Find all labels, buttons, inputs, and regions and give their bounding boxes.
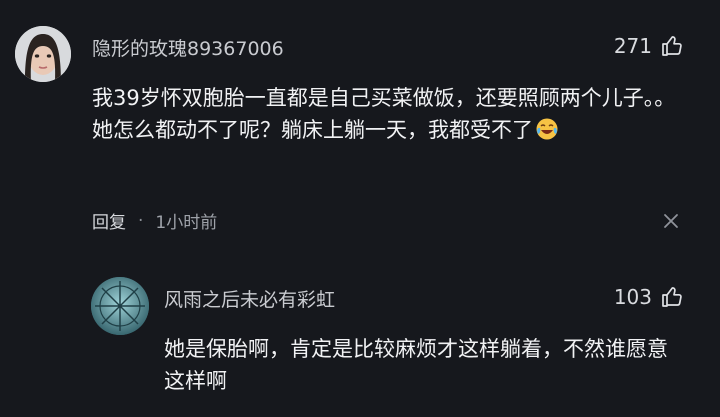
like-count: 271 bbox=[613, 34, 652, 58]
laughing-crying-emoji-icon bbox=[536, 118, 558, 140]
comment-timestamp: 1小时前 bbox=[155, 213, 218, 233]
thumbs-up-icon bbox=[662, 36, 682, 56]
reply-button[interactable]: 回复 bbox=[92, 208, 126, 233]
reply-username[interactable]: 风雨之后未必有彩虹 bbox=[164, 285, 335, 312]
comment-text-content: 我39岁怀双胞胎一直都是自己买菜做饭，还要照顾两个儿子。。她怎么都动不了呢？躺床… bbox=[92, 86, 676, 142]
close-icon[interactable] bbox=[662, 212, 680, 230]
avatar[interactable] bbox=[15, 26, 71, 82]
comment-username[interactable]: 隐形的玫瑰89367006 bbox=[92, 34, 284, 61]
meta-separator: · bbox=[138, 210, 144, 231]
reply-text: 她是保胎啊，肯定是比较麻烦才这样躺着，不然谁愿意这样啊 bbox=[164, 337, 668, 393]
umbrella-photo-icon bbox=[91, 277, 149, 335]
comment-meta: 回复 · 1小时前 bbox=[92, 208, 218, 234]
like-count: 103 bbox=[613, 285, 652, 309]
comment-text: 我39岁怀双胞胎一直都是自己买菜做饭，还要照顾两个儿子。。她怎么都动不了呢？躺床… bbox=[92, 82, 692, 146]
user-photo-icon bbox=[15, 26, 71, 82]
thumbs-up-icon bbox=[662, 287, 682, 307]
avatar[interactable] bbox=[91, 277, 149, 335]
like-button[interactable]: 103 bbox=[614, 285, 684, 309]
like-button[interactable]: 271 bbox=[614, 34, 684, 58]
